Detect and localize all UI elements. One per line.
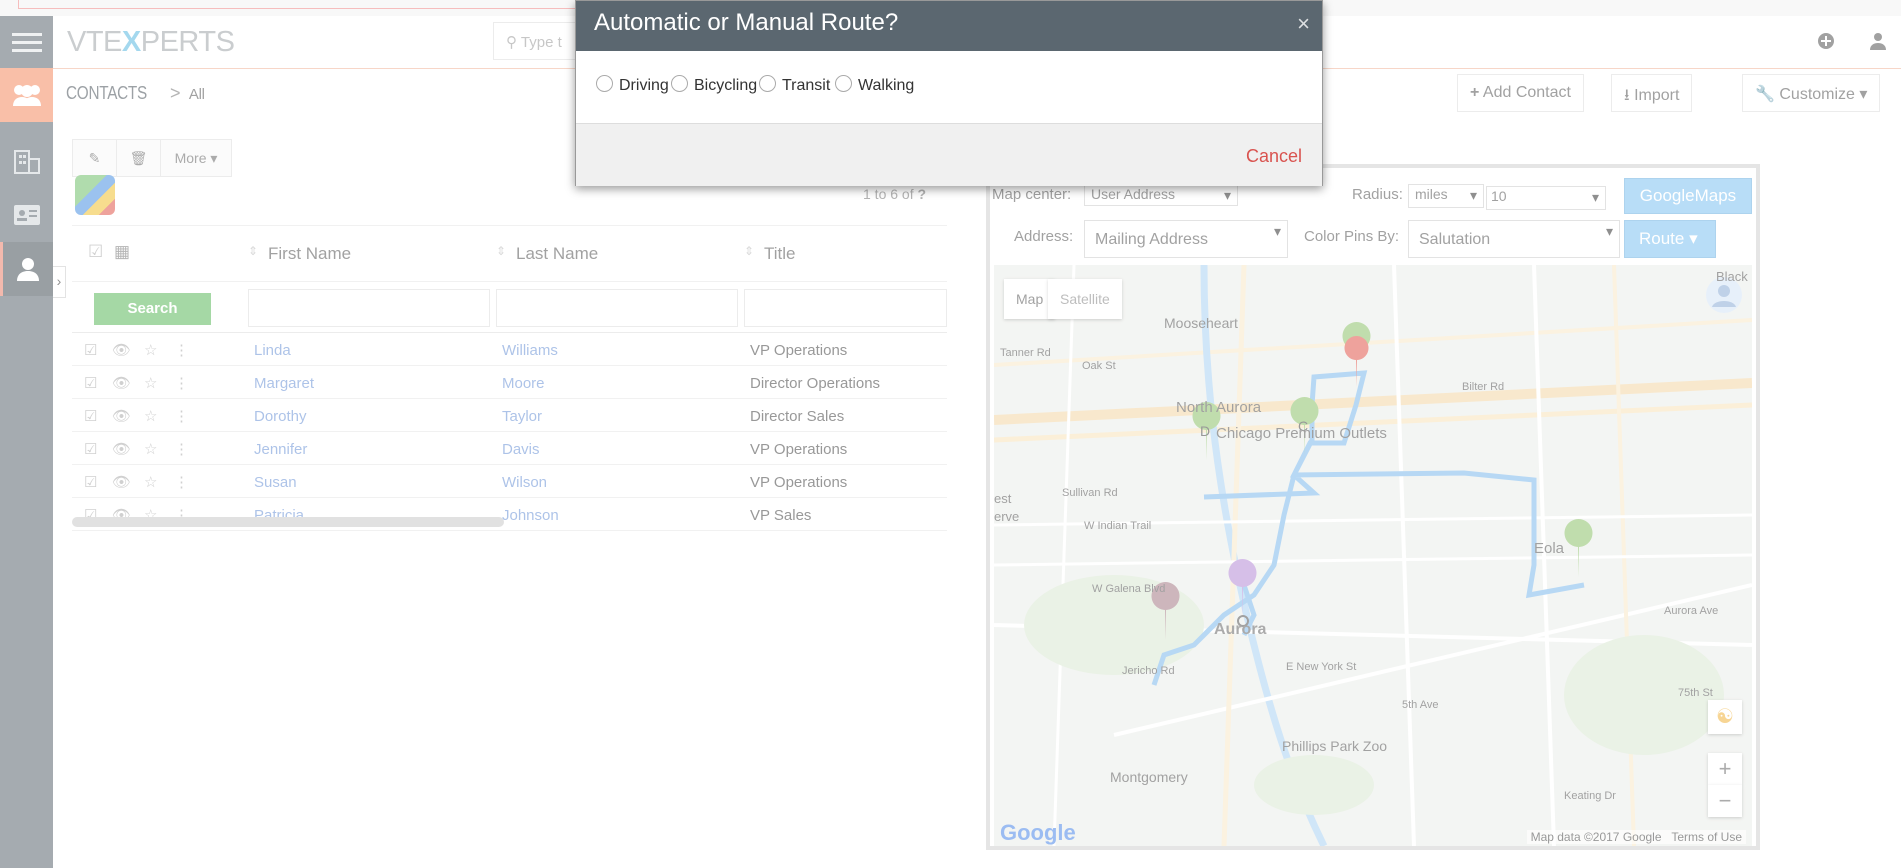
radio-icon[interactable]	[596, 75, 613, 92]
dialog-body: Driving Bicycling Transit Walking	[576, 51, 1322, 123]
dialog-header: Automatic or Manual Route? ×	[576, 1, 1322, 51]
cancel-button[interactable]: Cancel	[1246, 146, 1302, 167]
radio-bicycling[interactable]: Bicycling	[671, 75, 757, 95]
dialog-title: Automatic or Manual Route?	[594, 9, 899, 36]
radio-driving[interactable]: Driving	[596, 75, 669, 95]
close-icon[interactable]: ×	[1297, 11, 1310, 37]
radio-walking[interactable]: Walking	[835, 75, 914, 95]
radio-icon[interactable]	[671, 75, 688, 92]
route-dialog: Automatic or Manual Route? × Driving Bic…	[575, 0, 1323, 186]
radio-transit[interactable]: Transit	[759, 75, 830, 95]
radio-icon[interactable]	[835, 75, 852, 92]
radio-icon[interactable]	[759, 75, 776, 92]
dialog-footer: Cancel	[576, 123, 1322, 186]
